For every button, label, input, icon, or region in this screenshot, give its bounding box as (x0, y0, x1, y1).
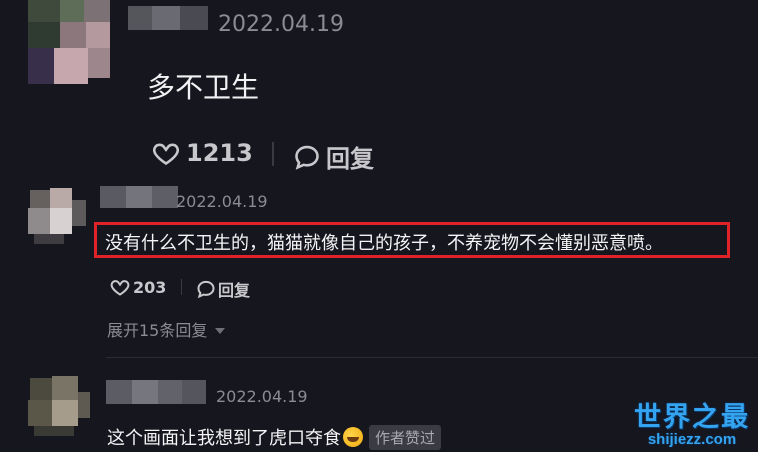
comment-bubble-icon (292, 143, 322, 171)
reply-label: 回复 (218, 281, 251, 300)
expand-replies-button[interactable]: 展开15条回复 (107, 317, 226, 341)
like-count: 1213 (186, 139, 253, 167)
chevron-down-icon (215, 320, 226, 339)
highlight-box (94, 222, 730, 258)
action-divider (181, 279, 182, 295)
comment-date: 2022.04.19 (176, 192, 268, 211)
comment-date: 2022.04.19 (216, 387, 308, 406)
comment-bubble-icon (196, 279, 216, 299)
reply-button[interactable]: 回复 (196, 277, 250, 301)
comment-text: 多不卫生 (147, 71, 260, 104)
heart-icon (110, 277, 130, 297)
watermark-url: shijiezz.com (647, 431, 737, 448)
reply-label: 回复 (326, 145, 374, 173)
expand-replies-label: 展开15条回复 (107, 321, 208, 340)
comment-date: 2022.04.19 (218, 12, 344, 37)
watermark: 世界之最 shijiezz.com (634, 402, 750, 448)
like-count: 203 (133, 277, 167, 297)
comment-text: 这个画面让我想到了虎口夺食 (107, 428, 341, 449)
author-liked-badge: 作者赞过 (369, 424, 442, 450)
comment-divider (106, 357, 758, 358)
like-button[interactable]: 203 (110, 277, 166, 297)
action-divider (272, 142, 274, 166)
heart-icon (152, 139, 180, 167)
laughing-emoji-icon (343, 427, 363, 447)
like-button[interactable]: 1213 (152, 139, 253, 167)
reply-button[interactable]: 回复 (292, 139, 374, 174)
watermark-title: 世界之最 (634, 402, 750, 432)
comment-body: 这个画面让我想到了虎口夺食 作者赞过 (107, 424, 442, 450)
